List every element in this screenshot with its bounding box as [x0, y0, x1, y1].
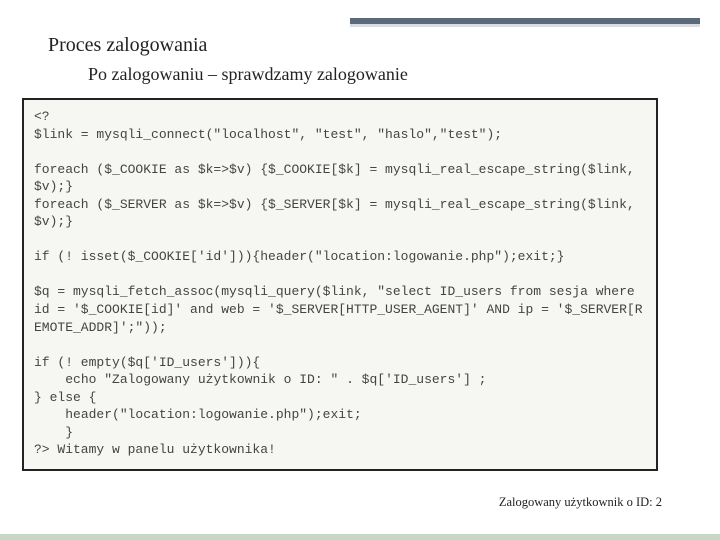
- code-block: <? $link = mysqli_connect("localhost", "…: [22, 98, 658, 471]
- header-rule-light: [350, 24, 700, 27]
- page-title: Proces zalogowania: [48, 34, 207, 57]
- page-subtitle: Po zalogowaniu – sprawdzamy zalogowanie: [88, 64, 408, 85]
- footer-output: Zalogowany użytkownik o ID: 2: [499, 495, 662, 510]
- code-content: <? $link = mysqli_connect("localhost", "…: [34, 108, 646, 459]
- slide: Proces zalogowania Po zalogowaniu – spra…: [0, 0, 720, 540]
- footer-accent-bar: [0, 534, 720, 540]
